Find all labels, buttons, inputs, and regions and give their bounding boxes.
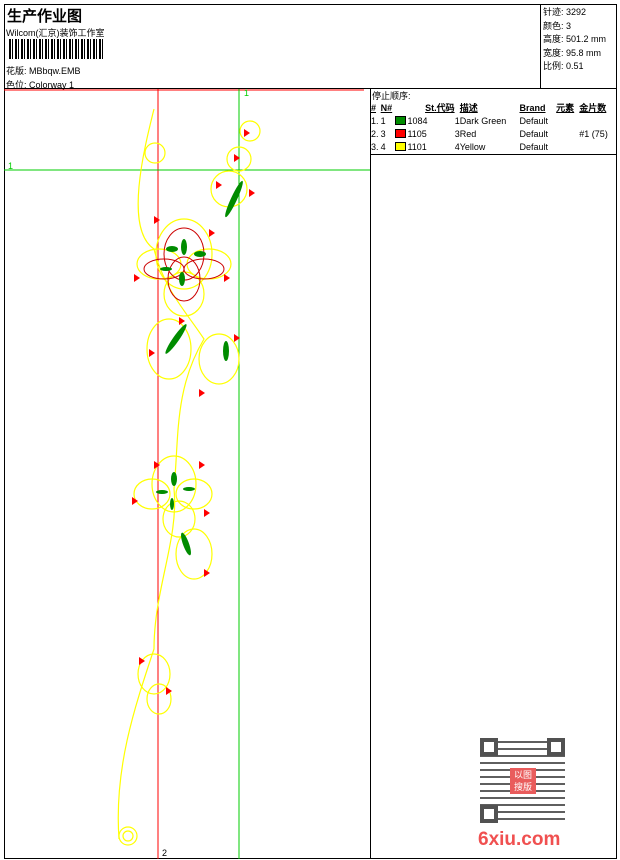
- design-label: 花版:: [6, 66, 27, 76]
- info-colors: 颜色: 3: [543, 20, 572, 31]
- info-stitches: 针迹: 3292: [543, 7, 587, 17]
- header: 生产作业图 Wilcom(汇京)装饰工作室 花版: MBbqw.EMB 色位: …: [4, 4, 617, 90]
- marker-2: 2: [162, 848, 167, 858]
- design-canvas: 1 1 2: [4, 89, 371, 859]
- stop-sequence-table: # N# St. 代码 描述 Brand 元素 金片数 1. 1 1084 1 Dark Gree…: [371, 101, 616, 153]
- table-header: # N# St. 代码 描述 Brand 元素 金片数: [371, 102, 607, 114]
- color-swatch: [395, 115, 407, 125]
- embroidery-preview: 1 1 2: [4, 89, 370, 859]
- info-scale: 比例: 0.51: [543, 61, 584, 71]
- color-swatch: [395, 128, 407, 138]
- design-file: 花版: MBbqw.EMB: [6, 64, 81, 77]
- table-divider: [371, 154, 617, 155]
- design-info: 针迹: 3292 颜色: 3 高度: 501.2 mm 宽度: 95.8 mm …: [540, 4, 617, 88]
- marker-1-left: 1: [8, 161, 13, 171]
- table-row: 1. 1 1084 1 Dark Green Default: [371, 115, 549, 126]
- barcode: [9, 39, 105, 59]
- table-row: 3. 4 1101 4 Yellow Default: [371, 141, 549, 152]
- watermark-site: 6xiu.com: [478, 829, 561, 850]
- design-value: MBbqw.EMB: [29, 66, 81, 76]
- company-name: Wilcom(汇京)装饰工作室: [6, 28, 105, 38]
- table-row: 2. 3 1105 3 Red Default #1 (75): [371, 128, 608, 139]
- red-sequin-marks: [132, 129, 255, 695]
- page-title: 生产作业图: [7, 8, 83, 25]
- watermark-logo: 以图搜版: [510, 768, 536, 794]
- marker-1-top: 1: [244, 89, 249, 98]
- info-width: 宽度: 95.8 mm: [543, 47, 602, 58]
- qr-code: 以图搜版: [480, 738, 565, 823]
- color-swatch: [395, 141, 407, 151]
- info-height: 高度: 501.2 mm: [543, 34, 607, 44]
- red-outline: [143, 227, 225, 302]
